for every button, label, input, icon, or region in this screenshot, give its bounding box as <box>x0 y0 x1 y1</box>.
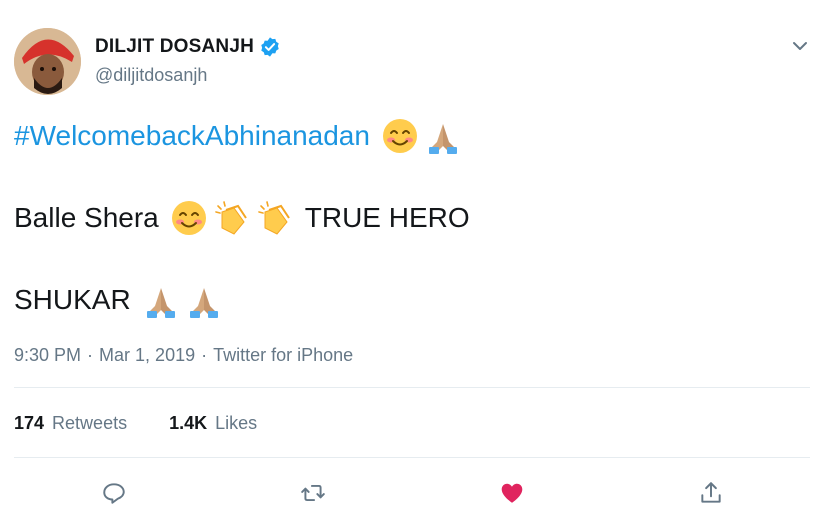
divider <box>14 387 810 388</box>
tweet-text-true-hero: TRUE HERO <box>304 202 470 233</box>
meta-separator: · <box>201 345 208 365</box>
likes-count: 1.4K <box>169 413 208 433</box>
hashtag-link[interactable]: #WelcomebackAbhinanadan <box>14 120 370 152</box>
clapping-hands-icon <box>212 198 252 238</box>
verified-badge-icon <box>259 36 281 58</box>
tweet-line-1: #WelcomebackAbhinanadan <box>14 116 463 156</box>
retweets-count: 174 <box>14 413 45 433</box>
tweet-time[interactable]: 9:30 PM <box>14 345 81 365</box>
retweet-button[interactable] <box>298 478 328 508</box>
tweet-source[interactable]: Twitter for iPhone <box>213 345 353 365</box>
avatar[interactable] <box>14 28 81 95</box>
likes-label: Likes <box>215 413 258 433</box>
tweet-date[interactable]: Mar 1, 2019 <box>99 345 195 365</box>
folded-hands-icon <box>423 116 463 156</box>
display-name[interactable]: DILJIT DOSANJH <box>95 36 254 58</box>
meta-separator: · <box>87 345 94 365</box>
tweet-line-3: SHUKAR <box>14 280 224 320</box>
folded-hands-icon <box>184 280 224 320</box>
retweet-icon <box>301 484 325 502</box>
user-handle[interactable]: @diljitdosanjh <box>95 65 207 86</box>
reply-icon <box>103 483 125 504</box>
tweet-text-shukar: SHUKAR <box>14 284 131 315</box>
tweet-line-2: Balle Shera TRUE HERO <box>14 198 470 238</box>
divider <box>14 457 810 458</box>
tweet-card: DILJIT DOSANJH @diljitdosanjh #Welcomeba… <box>0 0 826 529</box>
tweet-text-balle-shera: Balle Shera <box>14 202 159 233</box>
smiling-face-icon <box>169 198 209 238</box>
share-icon <box>701 482 721 503</box>
like-button[interactable] <box>497 478 527 508</box>
reply-button[interactable] <box>99 478 129 508</box>
folded-hands-icon <box>141 280 181 320</box>
chevron-down-icon[interactable] <box>790 38 810 54</box>
name-row: DILJIT DOSANJH <box>95 36 281 58</box>
likes-stat[interactable]: 1.4K Likes <box>169 413 257 434</box>
share-button[interactable] <box>696 478 726 508</box>
smiling-face-icon <box>380 116 420 156</box>
retweets-label: Retweets <box>52 413 128 433</box>
like-icon <box>501 483 523 503</box>
clapping-hands-icon <box>255 198 295 238</box>
retweets-stat[interactable]: 174 Retweets <box>14 413 127 434</box>
tweet-stats: 174 Retweets 1.4K Likes <box>14 413 257 434</box>
tweet-meta: 9:30 PM · Mar 1, 2019 · Twitter for iPhone <box>14 345 353 366</box>
